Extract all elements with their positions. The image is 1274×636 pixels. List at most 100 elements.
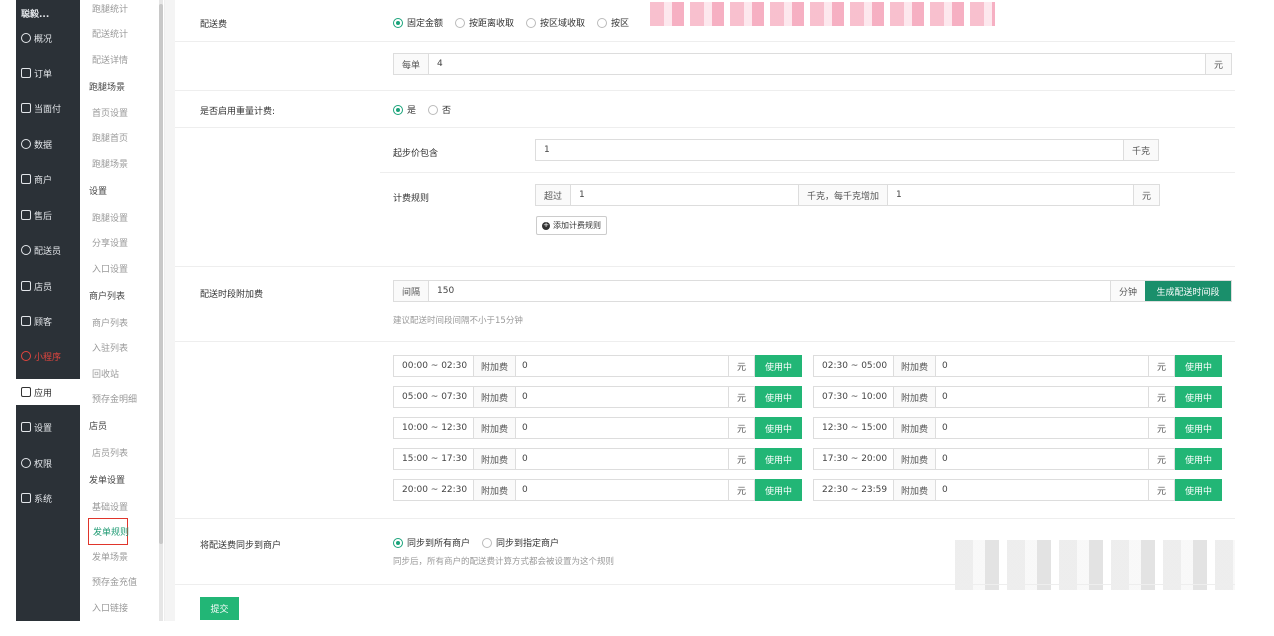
time-slot-box: 00:00 ~ 02:30 附加费 0 元 — [393, 355, 755, 377]
extra-fee-input[interactable]: 0 — [936, 356, 1148, 376]
extra-fee-input[interactable]: 0 — [516, 356, 728, 376]
fee-option-distance[interactable]: 按距离收取 — [455, 16, 514, 29]
extra-fee-input[interactable]: 0 — [936, 418, 1148, 438]
sync-label: 将配送费同步到商户 — [200, 541, 282, 551]
slot-status-button[interactable]: 使用中 — [755, 355, 802, 377]
sidebar-item-10[interactable]: 应用 — [16, 379, 80, 405]
add-rule-button[interactable]: + 添加计费规则 — [536, 216, 607, 235]
sidebar-item-8[interactable]: 顾客 — [16, 308, 80, 334]
sidebar-item-label: 订单 — [34, 69, 53, 80]
interval-input[interactable]: 150 — [429, 281, 1110, 301]
sidebar-item-3[interactable]: 数据 — [16, 131, 80, 157]
submenu-item[interactable]: 发单场景 — [92, 550, 128, 563]
slot-status-button[interactable]: 使用中 — [755, 386, 802, 408]
extra-fee-input[interactable]: 0 — [516, 449, 728, 469]
submenu-item[interactable]: 基础设置 — [92, 500, 128, 513]
submenu-item[interactable]: 跑腿设置 — [92, 211, 128, 224]
sidebar-item-label: 概况 — [34, 34, 53, 45]
slot-status-button[interactable]: 使用中 — [1175, 417, 1222, 439]
sidebar-item-label: 顾客 — [34, 317, 53, 328]
sidebar-item-label: 配送员 — [34, 246, 62, 257]
pay-icon — [21, 103, 31, 113]
yuan-unit: 元 — [728, 387, 754, 407]
interval-addon: 间隔 — [394, 281, 430, 301]
sidebar-item-4[interactable]: 商户 — [16, 166, 80, 192]
extra-fee-addon: 附加费 — [474, 480, 516, 500]
submenu-item[interactable]: 商户列表 — [92, 316, 128, 329]
submenu-item[interactable]: 配送详情 — [92, 53, 128, 66]
slot-status-button[interactable]: 使用中 — [755, 479, 802, 501]
slot-status-button[interactable]: 使用中 — [1175, 479, 1222, 501]
submenu-item[interactable]: 回收站 — [92, 367, 119, 380]
sync-option-all[interactable]: 同步到所有商户 — [393, 536, 470, 549]
per-order-field[interactable]: 每单 4 元 — [393, 53, 1232, 75]
time-range: 15:00 ~ 17:30 — [394, 449, 474, 469]
per-order-input[interactable]: 4 — [429, 54, 1205, 74]
weight-option-yes[interactable]: 是 — [393, 103, 416, 116]
submenu-item[interactable]: 入口设置 — [92, 262, 128, 275]
step-input[interactable]: 1 — [888, 185, 1133, 205]
rule-field[interactable]: 超过 1 千克，每千克增加 1 元 — [535, 184, 1160, 206]
exceed-input[interactable]: 1 — [571, 185, 800, 205]
divider — [175, 341, 1235, 342]
submenu-item[interactable]: 跑腿首页 — [92, 131, 128, 144]
interval-field[interactable]: 间隔 150 分钟 生成配送时间段 — [393, 280, 1232, 302]
submenu-item[interactable]: 分享设置 — [92, 236, 128, 249]
slot-status-button[interactable]: 使用中 — [755, 417, 802, 439]
base-weight-field[interactable]: 1 千克 — [535, 139, 1159, 161]
slot-status-button[interactable]: 使用中 — [1175, 355, 1222, 377]
merchant-icon — [21, 174, 31, 184]
submit-button[interactable]: 提交 — [200, 597, 239, 620]
radio-icon — [393, 104, 403, 115]
sidebar-item-11[interactable]: 设置 — [16, 414, 80, 440]
sidebar-item-6[interactable]: 配送员 — [16, 237, 80, 263]
settings-icon — [21, 422, 31, 432]
extra-fee-input[interactable]: 0 — [936, 480, 1148, 500]
sidebar-item-5[interactable]: 售后 — [16, 202, 80, 228]
submenu-item[interactable]: 入口链接 — [92, 601, 128, 614]
sync-option-specific[interactable]: 同步到指定商户 — [482, 536, 559, 549]
sidebar-item-7[interactable]: 店员 — [16, 273, 80, 299]
submenu-item[interactable]: 发单规则 — [88, 518, 129, 545]
slot-status-button[interactable]: 使用中 — [1175, 448, 1222, 470]
submenu-item[interactable]: 店员列表 — [92, 446, 128, 459]
extra-fee-input[interactable]: 0 — [936, 387, 1148, 407]
submenu-item[interactable]: 跑腿场景 — [92, 157, 128, 170]
submenu-item[interactable]: 预存金明细 — [92, 392, 137, 405]
yuan-unit: 元 — [1148, 480, 1174, 500]
sidebar-item-13[interactable]: 系统 — [16, 485, 80, 511]
fee-option-region[interactable]: 按区域收取 — [526, 16, 585, 29]
divider — [175, 518, 1235, 519]
divider — [380, 172, 1235, 173]
data-icon — [21, 139, 31, 149]
slot-status-button[interactable]: 使用中 — [1175, 386, 1222, 408]
yuan-unit: 元 — [1148, 449, 1174, 469]
fee-option-fixed[interactable]: 固定金额 — [393, 16, 443, 29]
extra-fee-input[interactable]: 0 — [516, 418, 728, 438]
sidebar-item-9[interactable]: 小程序 — [16, 343, 80, 369]
fee-option-other[interactable]: 按区 — [597, 16, 629, 29]
system-icon — [21, 493, 31, 503]
submenu-item[interactable]: 预存金充值 — [92, 575, 137, 588]
time-slot: 07:30 ~ 10:00 附加费 0 元使用中 — [813, 386, 1222, 408]
sidebar-item-2[interactable]: 当面付 — [16, 95, 80, 121]
sidebar-item-0[interactable]: 概况 — [16, 25, 80, 51]
extra-fee-input[interactable]: 0 — [516, 387, 728, 407]
extra-fee-addon: 附加费 — [474, 356, 516, 376]
extra-fee-input[interactable]: 0 — [516, 480, 728, 500]
submenu-scroll-thumb[interactable] — [159, 4, 163, 544]
generate-slots-button[interactable]: 生成配送时间段 — [1145, 281, 1231, 301]
sidebar-item-12[interactable]: 权限 — [16, 450, 80, 476]
base-weight-input[interactable]: 1 — [536, 140, 1123, 160]
extra-fee-input[interactable]: 0 — [936, 449, 1148, 469]
time-slot-box: 12:30 ~ 15:00 附加费 0 元 — [813, 417, 1175, 439]
step-unit: 元 — [1132, 185, 1159, 205]
divider — [175, 584, 1235, 585]
weight-option-no[interactable]: 否 — [428, 103, 451, 116]
slot-status-button[interactable]: 使用中 — [755, 448, 802, 470]
submenu-item[interactable]: 首页设置 — [92, 106, 128, 119]
submenu-item[interactable]: 跑腿统计 — [92, 2, 128, 15]
submenu-item[interactable]: 配送统计 — [92, 27, 128, 40]
sidebar-item-1[interactable]: 订单 — [16, 60, 80, 86]
submenu-item[interactable]: 入驻列表 — [92, 341, 128, 354]
